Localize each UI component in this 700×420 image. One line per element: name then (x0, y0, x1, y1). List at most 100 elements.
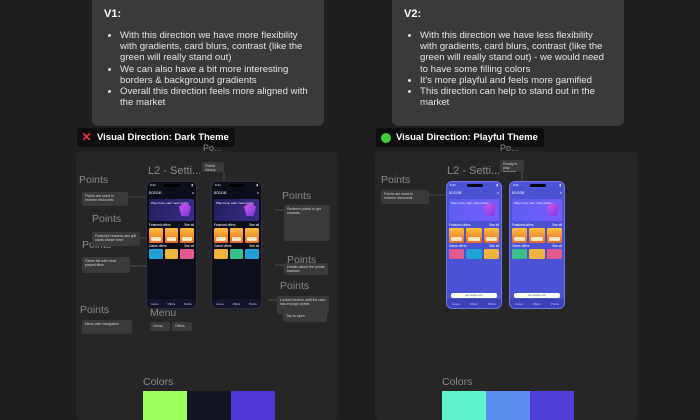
status-time: 9:41 (215, 183, 221, 187)
browser-url-bar[interactable]: app.boogie.com (451, 293, 497, 298)
offer-card[interactable] (512, 228, 528, 243)
see-all-link[interactable]: See all (249, 223, 259, 227)
v2-note-list: With this direction we have less flexibi… (404, 30, 612, 108)
section-header: Featured offers See all (449, 223, 499, 227)
offer-card[interactable] (449, 228, 465, 243)
brand-logo: BOOGIE (214, 191, 227, 195)
menu-icon[interactable]: ≡ (497, 191, 499, 195)
game-tile[interactable] (245, 249, 260, 259)
playful-phone-mockup[interactable]: 9:41 ▮ BOOGIE ≡ Play more, earn more point… (446, 181, 502, 309)
game-tile[interactable] (466, 249, 482, 259)
see-all-link[interactable]: See all (184, 244, 194, 248)
game-tile[interactable] (483, 249, 499, 259)
annotation-note: Redeem points to get rewards (284, 205, 330, 241)
section-title: Featured offers (214, 223, 236, 227)
status-time: 9:41 (150, 183, 156, 187)
section-header: Featured offers See all (512, 223, 562, 227)
app-bar: BOOGIE ≡ (214, 189, 259, 197)
section-header: Game offers See all (512, 244, 562, 248)
hero-banner[interactable]: Play more, earn more points (149, 199, 194, 221)
tab-points[interactable]: Points (249, 302, 257, 306)
see-all-link[interactable]: See all (552, 244, 562, 248)
annotation-note: Points are used to redeem discounts (82, 192, 128, 206)
game-list (512, 249, 562, 259)
status-time: 9:41 (513, 183, 519, 187)
menu-icon[interactable]: ≡ (257, 191, 259, 195)
see-all-link[interactable]: See all (249, 244, 259, 248)
section-title: Featured offers (149, 223, 171, 227)
tab-offers[interactable]: Offers (533, 302, 541, 306)
v2-note-title: V2: (404, 8, 422, 20)
game-tile[interactable] (180, 249, 195, 259)
v2-note-bullet: It's more playful and feels more gamifie… (420, 75, 612, 86)
see-all-link[interactable]: See all (552, 223, 562, 227)
color-swatch (143, 391, 187, 420)
game-tile[interactable] (149, 249, 163, 259)
offer-card[interactable] (149, 228, 163, 243)
offer-card[interactable] (214, 228, 228, 243)
see-all-link[interactable]: See all (489, 244, 499, 248)
annotation-note: Details about the points balance (284, 263, 328, 275)
menu-item-box[interactable]: Home (150, 322, 170, 331)
dark-phone-mockup[interactable]: 9:41 ▮ BOOGIE ≡ Play more, earn more point… (146, 181, 197, 309)
game-tile[interactable] (449, 249, 465, 259)
tab-points[interactable]: Points (184, 302, 192, 306)
offer-card[interactable] (483, 228, 499, 243)
game-tile[interactable] (214, 249, 228, 259)
offer-card[interactable] (229, 228, 244, 243)
game-tile[interactable] (529, 249, 545, 259)
offer-card[interactable] (180, 228, 195, 243)
dark-phone-mockup[interactable]: 9:41 ▮ BOOGIE ≡ Play more, earn more point… (211, 181, 262, 309)
tab-home[interactable]: Home (452, 302, 459, 306)
po-label: Po... (500, 143, 519, 153)
game-tile[interactable] (546, 249, 562, 259)
v1-note-list: With this direction we have more flexibi… (104, 30, 312, 108)
brand-logo: BOOGIE (512, 191, 525, 195)
hero-banner[interactable]: Play more, earn more points (449, 199, 499, 221)
tab-offers[interactable]: Offers (470, 302, 478, 306)
tab-offers[interactable]: Offers (168, 302, 176, 306)
annotation-note: Featured rewards and gift cards shown he… (92, 232, 140, 246)
section-title: Featured offers (449, 223, 471, 227)
playful-theme-label[interactable]: Visual Direction: Playful Theme (376, 128, 544, 147)
offer-card[interactable] (466, 228, 482, 243)
tab-bar: Home Offers Points (447, 299, 501, 308)
game-tile[interactable] (229, 249, 244, 259)
offer-card[interactable] (245, 228, 260, 243)
tab-points[interactable]: Points (488, 302, 496, 306)
tab-home[interactable]: Home (216, 302, 223, 306)
app-bar: BOOGIE ≡ (149, 189, 194, 197)
see-all-link[interactable]: See all (489, 223, 499, 227)
battery-icon: ▮ (256, 183, 258, 187)
menu-icon[interactable]: ≡ (192, 191, 194, 195)
tab-home[interactable]: Home (151, 302, 158, 306)
hero-banner[interactable]: Play more, earn more points (512, 199, 562, 221)
v1-note-bullet: We can also have a bit more interesting … (120, 64, 312, 86)
points-label: Points (92, 213, 122, 225)
see-all-link[interactable]: See all (184, 223, 194, 227)
tab-home[interactable]: Home (515, 302, 522, 306)
section-header: Game offers See all (214, 244, 259, 248)
offer-card[interactable] (529, 228, 545, 243)
game-tile[interactable] (512, 249, 528, 259)
color-swatch (231, 391, 275, 420)
brand-logo: BOOGIE (149, 191, 162, 195)
tab-points[interactable]: Points (551, 302, 559, 306)
v1-note-title: V1: (104, 8, 122, 20)
tab-offers[interactable]: Offers (233, 302, 241, 306)
section-header: Featured offers See all (149, 223, 194, 227)
app-bar: BOOGIE ≡ (449, 189, 499, 197)
playful-phone-mockup[interactable]: 9:41 ▮ BOOGIE ≡ Play more, earn more point… (509, 181, 565, 309)
menu-icon[interactable]: ≡ (560, 191, 562, 195)
settings-label: L2 - Setti... (148, 165, 202, 177)
section-title: Featured offers (512, 223, 534, 227)
phone-notch (530, 184, 546, 187)
brand-logo: BOOGIE (449, 191, 462, 195)
menu-item-box[interactable]: Offers (172, 322, 192, 331)
game-tile[interactable] (164, 249, 179, 259)
offer-card[interactable] (546, 228, 562, 243)
battery-icon: ▮ (191, 183, 193, 187)
browser-url-bar[interactable]: app.boogie.com (514, 293, 560, 298)
offer-card[interactable] (164, 228, 179, 243)
hero-banner[interactable]: Play more, earn more points (214, 199, 259, 221)
